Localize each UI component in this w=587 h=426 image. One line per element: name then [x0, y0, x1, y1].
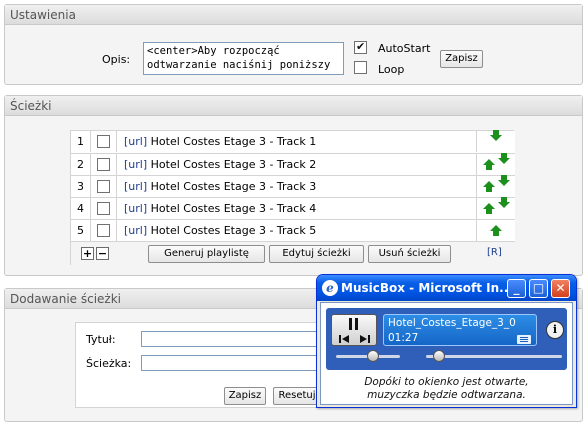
move-up-icon[interactable] — [483, 159, 495, 170]
note-line-2: muzyczka będzie odtwarzana. — [367, 389, 526, 401]
track-row: 4 [url] Hotel Costes Etage 3 - Track 4 — [71, 197, 515, 219]
track-number: 4 — [71, 198, 91, 219]
track-checkbox-cell — [91, 154, 117, 175]
track-number: 2 — [71, 154, 91, 175]
add-save-button[interactable]: Zapisz — [224, 387, 266, 405]
track-url-tag[interactable]: [url] — [124, 135, 147, 148]
move-down-icon[interactable] — [498, 153, 510, 164]
volume-track[interactable] — [426, 355, 562, 358]
track-row: 5 [url] Hotel Costes Etage 3 - Track 5 — [71, 219, 515, 241]
pause-icon[interactable] — [347, 318, 361, 330]
opis-textarea[interactable] — [143, 42, 344, 75]
tracks-footer: + − Generuj playlistę Edytuj ścieżki Usu… — [71, 241, 515, 265]
track-title-cell: [url] Hotel Costes Etage 3 - Track 3 — [117, 176, 477, 197]
path-label: Ścieżka: — [86, 357, 132, 370]
track-url-tag[interactable]: [url] — [124, 158, 147, 171]
track-name: Hotel_Costes_Etage_3_0 — [388, 317, 516, 329]
track-title-cell: [url] Hotel Costes Etage 3 - Track 1 — [117, 131, 477, 152]
autostart-label: AutoStart — [378, 42, 431, 55]
tracks-header: Ścieżki — [5, 96, 582, 116]
track-checkbox-cell — [91, 131, 117, 152]
settings-header: Ustawienia — [5, 5, 582, 25]
progress-slider-handle[interactable] — [366, 350, 379, 362]
move-down-icon[interactable] — [498, 175, 510, 186]
loop-label: Loop — [378, 63, 405, 76]
track-checkbox[interactable] — [97, 224, 110, 237]
track-title: Hotel Costes Etage 3 - Track 5 — [150, 224, 317, 237]
track-checkbox[interactable] — [97, 202, 110, 215]
musicbox-titlebar[interactable]: e MusicBox - Microsoft In... _ □ ✕ — [317, 275, 576, 301]
track-number: 1 — [71, 131, 91, 152]
r-link[interactable]: [R] — [487, 247, 502, 258]
player-controls — [331, 314, 377, 346]
settings-save-button[interactable]: Zapisz — [440, 50, 483, 68]
track-url-tag[interactable]: [url] — [124, 180, 147, 193]
delete-tracks-button[interactable]: Usuń ścieżki — [368, 245, 451, 263]
musicbox-window[interactable]: e MusicBox - Microsoft In... _ □ ✕ Hotel… — [316, 274, 577, 408]
track-title: Hotel Costes Etage 3 - Track 3 — [150, 180, 317, 193]
player: Hotel_Costes_Etage_3_0 01:27 i — [326, 308, 567, 370]
track-title-cell: [url] Hotel Costes Etage 3 - Track 2 — [117, 154, 477, 175]
track-checkbox[interactable] — [97, 135, 110, 148]
track-arrows — [477, 175, 515, 197]
tracks-table: 1 [url] Hotel Costes Etage 3 - Track 1 2 [u… — [70, 130, 515, 265]
move-up-icon[interactable] — [483, 203, 495, 214]
track-title: Hotel Costes Etage 3 - Track 1 — [150, 135, 317, 148]
loop-checkbox[interactable] — [354, 61, 367, 74]
move-down-icon[interactable] — [490, 130, 502, 141]
player-display: Hotel_Costes_Etage_3_0 01:27 — [383, 314, 537, 346]
track-arrows — [477, 197, 515, 219]
track-checkbox[interactable] — [97, 158, 110, 171]
autostart-checkbox[interactable] — [354, 40, 367, 54]
move-down-icon[interactable] — [498, 197, 510, 208]
reset-button[interactable]: Resetuj — [273, 387, 321, 405]
musicbox-body: Hotel_Costes_Etage_3_0 01:27 i Dopóki to… — [320, 302, 573, 405]
volume-slider-handle[interactable] — [433, 350, 446, 362]
track-row: 3 [url] Hotel Costes Etage 3 - Track 3 — [71, 175, 515, 197]
track-checkbox-cell — [91, 176, 117, 197]
track-number: 3 — [71, 176, 91, 197]
musicbox-note: Dopóki to okienko jest otwarte, muzyczka… — [321, 376, 572, 402]
track-row: 2 [url] Hotel Costes Etage 3 - Track 2 — [71, 153, 515, 175]
track-url-tag[interactable]: [url] — [124, 202, 147, 215]
track-checkbox-cell — [91, 220, 117, 241]
track-checkbox[interactable] — [97, 180, 110, 193]
track-arrows — [477, 220, 515, 241]
edit-tracks-button[interactable]: Edytuj ścieżki — [269, 245, 364, 263]
close-button[interactable]: ✕ — [551, 279, 570, 298]
track-checkbox-cell — [91, 198, 117, 219]
move-up-icon[interactable] — [490, 225, 502, 236]
track-arrows — [477, 130, 515, 152]
info-icon[interactable]: i — [546, 321, 564, 339]
time-display: 01:27 — [388, 332, 419, 344]
opis-label: Opis: — [102, 53, 131, 66]
track-url-tag[interactable]: [url] — [124, 224, 147, 237]
generate-playlist-button[interactable]: Generuj playlistę — [148, 245, 265, 263]
track-title: Hotel Costes Etage 3 - Track 4 — [150, 202, 317, 215]
previous-icon[interactable] — [336, 334, 352, 344]
minimize-button[interactable]: _ — [507, 279, 526, 298]
next-icon[interactable] — [357, 334, 373, 344]
ie-icon: e — [322, 280, 338, 296]
track-number: 5 — [71, 220, 91, 241]
remove-row-button[interactable]: − — [96, 247, 109, 260]
settings-panel: Ustawienia Opis: AutoStart Loop Zapisz — [4, 4, 583, 85]
track-title-cell: [url] Hotel Costes Etage 3 - Track 5 — [117, 220, 477, 241]
track-row: 1 [url] Hotel Costes Etage 3 - Track 1 — [71, 130, 515, 153]
playlist-icon[interactable] — [517, 335, 531, 344]
title-label: Tytuł: — [86, 333, 116, 346]
track-title: Hotel Costes Etage 3 - Track 2 — [150, 158, 317, 171]
musicbox-title: MusicBox - Microsoft In... — [341, 281, 513, 295]
maximize-button[interactable]: □ — [529, 279, 548, 298]
move-up-icon[interactable] — [483, 181, 495, 192]
note-line-1: Dopóki to okienko jest otwarte, — [364, 376, 529, 388]
track-title-cell: [url] Hotel Costes Etage 3 - Track 4 — [117, 198, 477, 219]
track-arrows — [477, 153, 515, 175]
add-row-button[interactable]: + — [81, 247, 94, 260]
